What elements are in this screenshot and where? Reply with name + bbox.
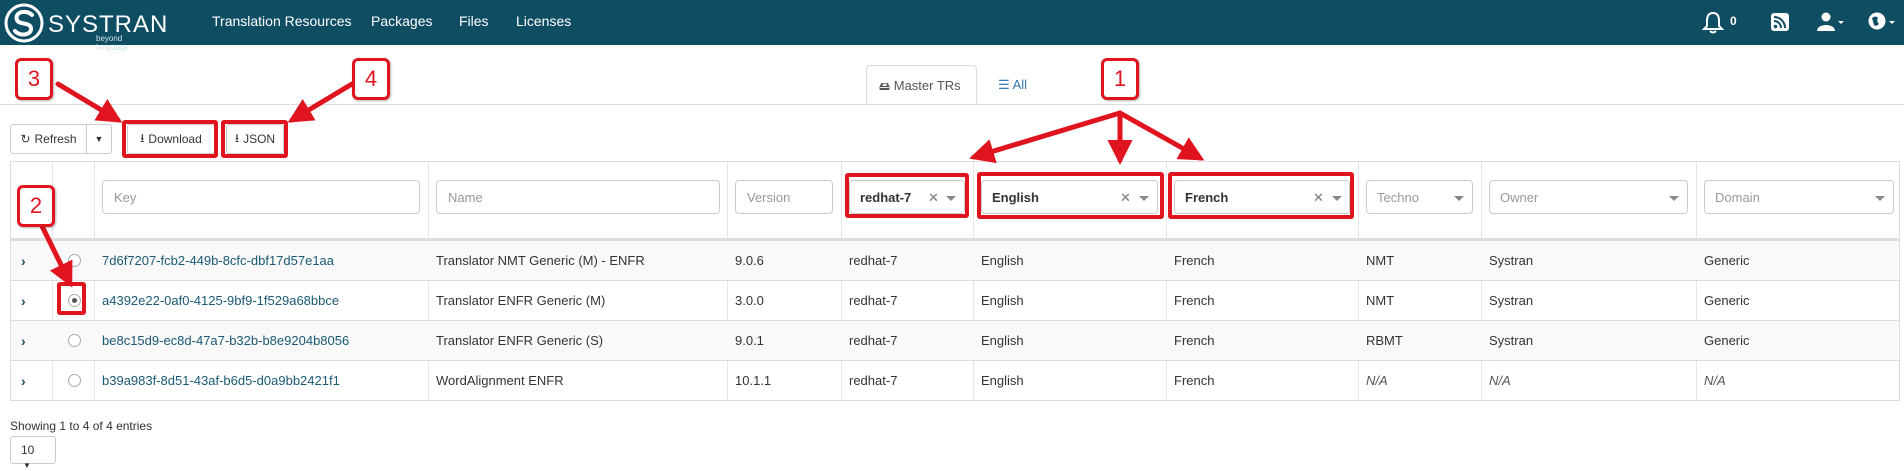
row-name: WordAlignment ENFR xyxy=(436,373,564,388)
caret-down-icon: ▼ xyxy=(94,134,104,144)
annotation-highlight-radio xyxy=(57,282,86,315)
refresh-label: Refresh xyxy=(34,132,77,146)
tab-all[interactable]: ☰ All xyxy=(986,65,1046,105)
row-version: 10.1.1 xyxy=(735,373,772,388)
annotation-number-1: 1 xyxy=(1101,58,1139,100)
key-filter-input[interactable]: Key xyxy=(102,180,420,214)
tab-divider xyxy=(0,104,1904,105)
row-target: French xyxy=(1174,253,1215,268)
chevron-down-icon xyxy=(1875,196,1885,201)
caret-down-icon: ▼ xyxy=(23,461,31,470)
row-name: Translator ENFR Generic (S) xyxy=(436,333,604,348)
techno-filter-select[interactable]: Techno xyxy=(1366,180,1473,214)
table-row[interactable]: › a4392e22-0af0-4125-9bf9-1f529a68bbce T… xyxy=(11,280,1899,320)
nav-licenses[interactable]: Licenses xyxy=(516,13,571,29)
row-select-radio[interactable] xyxy=(68,254,81,267)
row-owner: Systran xyxy=(1489,333,1534,348)
tab-all-label: All xyxy=(1012,77,1028,92)
row-domain: Generic xyxy=(1704,293,1750,308)
systran-logo-icon xyxy=(4,3,44,43)
row-key-link[interactable]: 7d6f7207-fcb2-449b-8cfc-dbf17d57e1aa xyxy=(102,253,334,268)
row-select-radio[interactable] xyxy=(68,374,81,387)
row-techno: NMT xyxy=(1366,253,1395,268)
table-row[interactable]: › be8c15d9-ec8d-47a7-b32b-b8e9204b8056 T… xyxy=(11,320,1899,360)
chevron-down-icon xyxy=(1669,196,1679,201)
bell-icon[interactable] xyxy=(1702,10,1724,34)
table-row[interactable]: › 7d6f7207-fcb2-449b-8cfc-dbf17d57e1aa T… xyxy=(11,240,1899,280)
row-owner: Systran xyxy=(1489,253,1534,268)
refresh-button[interactable]: ↻ Refresh xyxy=(10,124,87,154)
expand-row-icon[interactable]: › xyxy=(21,373,26,389)
row-domain: N/A xyxy=(1704,373,1726,388)
row-techno: RBMT xyxy=(1366,333,1403,348)
row-name: Translator NMT Generic (M) - ENFR xyxy=(436,253,645,268)
owner-filter-placeholder: Owner xyxy=(1500,190,1539,205)
notification-count: 0 xyxy=(1730,14,1737,28)
name-filter-input[interactable]: Name xyxy=(436,180,720,214)
techno-filter-placeholder: Techno xyxy=(1377,190,1419,205)
row-source: English xyxy=(981,333,1024,348)
page-size-select[interactable]: 10 ▼ xyxy=(10,436,56,470)
annotation-highlight-target xyxy=(1168,172,1354,219)
table-row[interactable]: › b39a983f-8d51-43af-b6d5-d0a9bb2421f1 W… xyxy=(11,360,1899,400)
hdd-icon: 🖴 xyxy=(879,81,891,93)
annotation-highlight-json xyxy=(221,120,288,158)
refresh-dropdown-button[interactable]: ▼ xyxy=(86,124,112,154)
annotation-number-2: 2 xyxy=(17,185,55,227)
annotation-number-4: 4 xyxy=(352,58,390,100)
tab-master-trs[interactable]: 🖴 Master TRs xyxy=(866,65,977,105)
owner-filter-select[interactable]: Owner xyxy=(1489,180,1688,214)
row-version: 9.0.6 xyxy=(735,253,764,268)
row-techno: NMT xyxy=(1366,293,1395,308)
expand-row-icon[interactable]: › xyxy=(21,293,26,309)
row-version: 9.0.1 xyxy=(735,333,764,348)
refresh-icon: ↻ xyxy=(20,132,31,146)
row-owner: N/A xyxy=(1489,373,1511,388)
row-name: Translator ENFR Generic (M) xyxy=(436,293,606,308)
list-icon: ☰ xyxy=(998,77,1010,92)
top-navbar: SYSTRAN beyond language Translation Reso… xyxy=(0,0,1904,52)
nav-packages[interactable]: Packages xyxy=(371,13,432,29)
tab-master-trs-label: Master TRs xyxy=(893,78,961,93)
nav-files[interactable]: Files xyxy=(459,13,489,29)
row-select-radio[interactable] xyxy=(68,334,81,347)
row-key-link[interactable]: b39a983f-8d51-43af-b6d5-d0a9bb2421f1 xyxy=(102,373,340,388)
row-target: French xyxy=(1174,373,1215,388)
row-version: 3.0.0 xyxy=(735,293,764,308)
row-source: English xyxy=(981,253,1024,268)
expand-row-icon[interactable]: › xyxy=(21,333,26,349)
row-target: French xyxy=(1174,333,1215,348)
systran-logo[interactable]: SYSTRAN beyond language xyxy=(4,3,167,52)
annotation-highlight-download xyxy=(122,120,218,158)
version-filter-input[interactable]: Version xyxy=(735,180,833,214)
row-platform: redhat-7 xyxy=(849,253,898,268)
annotation-number-3: 3 xyxy=(15,58,53,100)
rss-icon[interactable] xyxy=(1771,10,1789,34)
domain-filter-select[interactable]: Domain xyxy=(1704,180,1894,214)
globe-icon[interactable] xyxy=(1868,10,1896,34)
row-platform: redhat-7 xyxy=(849,333,898,348)
brand-tagline: beyond language xyxy=(96,34,129,52)
table-info-text: Showing 1 to 4 of 4 entries xyxy=(10,419,153,433)
row-source: English xyxy=(981,293,1024,308)
row-platform: redhat-7 xyxy=(849,293,898,308)
user-icon[interactable] xyxy=(1817,10,1845,34)
annotation-highlight-platform xyxy=(845,173,969,218)
row-target: French xyxy=(1174,293,1215,308)
nav-translation-resources[interactable]: Translation Resources xyxy=(212,13,352,29)
row-domain: Generic xyxy=(1704,253,1750,268)
row-platform: redhat-7 xyxy=(849,373,898,388)
chevron-down-icon xyxy=(1454,196,1464,201)
annotation-highlight-source xyxy=(977,172,1164,219)
row-techno: N/A xyxy=(1366,373,1388,388)
row-key-link[interactable]: a4392e22-0af0-4125-9bf9-1f529a68bbce xyxy=(102,293,339,308)
domain-filter-placeholder: Domain xyxy=(1715,190,1760,205)
row-source: English xyxy=(981,373,1024,388)
expand-row-icon[interactable]: › xyxy=(21,253,26,269)
row-key-link[interactable]: be8c15d9-ec8d-47a7-b32b-b8e9204b8056 xyxy=(102,333,349,348)
page-size-value: 10 xyxy=(21,443,35,457)
row-owner: Systran xyxy=(1489,293,1534,308)
row-domain: Generic xyxy=(1704,333,1750,348)
